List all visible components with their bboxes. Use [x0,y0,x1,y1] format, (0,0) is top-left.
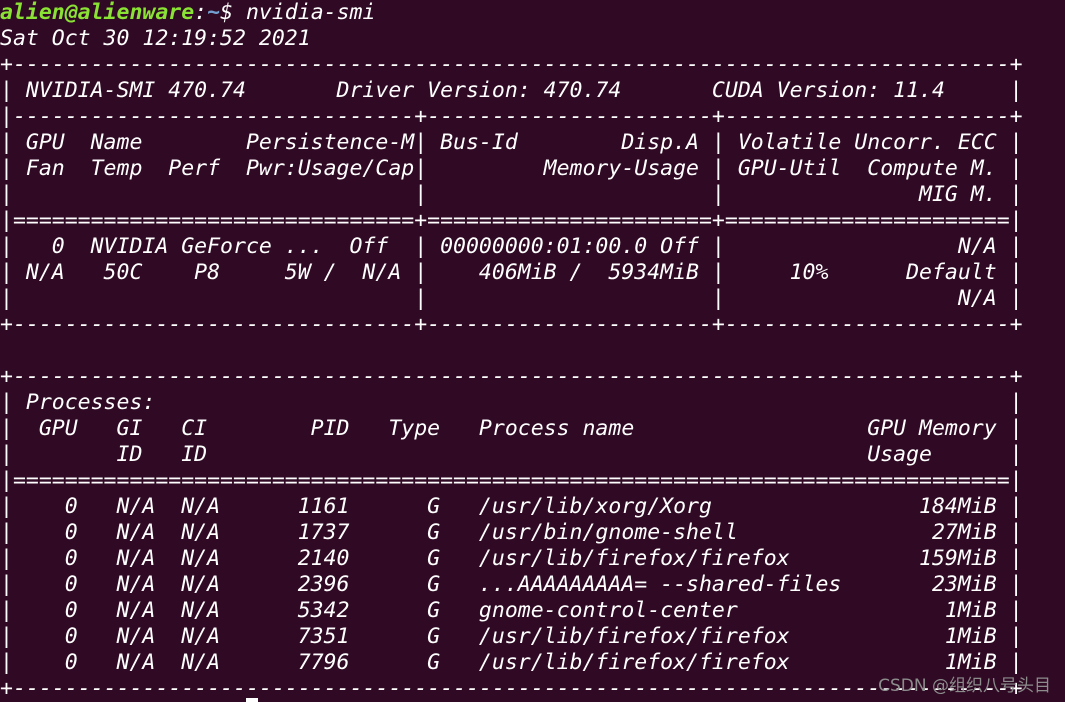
output-line: |===============================+=======… [0,208,1023,233]
output-line: | 0 NVIDIA GeForce ... Off | 00000000:01… [0,234,1023,259]
output-line: | 0 N/A N/A 7351 G /usr/lib/firefox/fire… [0,624,1023,649]
output-line: | Processes: | [0,390,1023,415]
output-line: +---------------------------------------… [0,364,1023,389]
output-line: | 0 N/A N/A 2396 G ...AAAAAAAAA= --share… [0,572,1023,597]
output-line: | | | N/A | [0,286,1023,311]
prompt-symbol: $ [220,0,246,25]
output-line: | GPU Name Persistence-M| Bus-Id Disp.A … [0,130,1023,155]
text-cursor [246,698,258,702]
output-line: | NVIDIA-SMI 470.74 Driver Version: 470.… [0,78,1023,103]
output-line: |-------------------------------+-------… [0,104,1023,129]
prompt-user-host: alien@alienware [0,0,195,25]
output-line: | 0 N/A N/A 5342 G gnome-control-center … [0,598,1023,623]
output-line: | N/A 50C P8 5W / N/A | 406MiB / 5934MiB… [0,260,1023,285]
output-line: | 0 N/A N/A 2140 G /usr/lib/firefox/fire… [0,546,1023,571]
output-line: +---------------------------------------… [0,52,1023,77]
output-line: Sat Oct 30 12:19:52 2021 [0,26,311,51]
terminal-window[interactable]: alien@alienware:~$ nvidia-smi Sat Oct 30… [0,0,1065,702]
output-line: | | | MIG M. | [0,182,1023,207]
prompt-path: ~ [207,0,221,25]
output-line: | ID ID Usage | [0,442,1023,467]
prompt-separator: : [194,0,208,25]
watermark: CSDN @组织八号头目 [878,676,1051,696]
output-line: | Fan Temp Perf Pwr:Usage/Cap| Memory-Us… [0,156,1023,181]
output-line: +-------------------------------+-------… [0,312,1023,337]
output-line: |=======================================… [0,468,1023,493]
prompt-command: nvidia-smi [245,0,376,25]
command-prompt-line: alien@alienware:~$ nvidia-smi [0,0,1065,26]
output-line: | 0 N/A N/A 7796 G /usr/lib/firefox/fire… [0,650,1023,675]
output-line: | GPU GI CI PID Type Process name GPU Me… [0,416,1023,441]
output-line: | 0 N/A N/A 1737 G /usr/bin/gnome-shell … [0,520,1023,545]
output-line: | 0 N/A N/A 1161 G /usr/lib/xorg/Xorg 18… [0,494,1023,519]
